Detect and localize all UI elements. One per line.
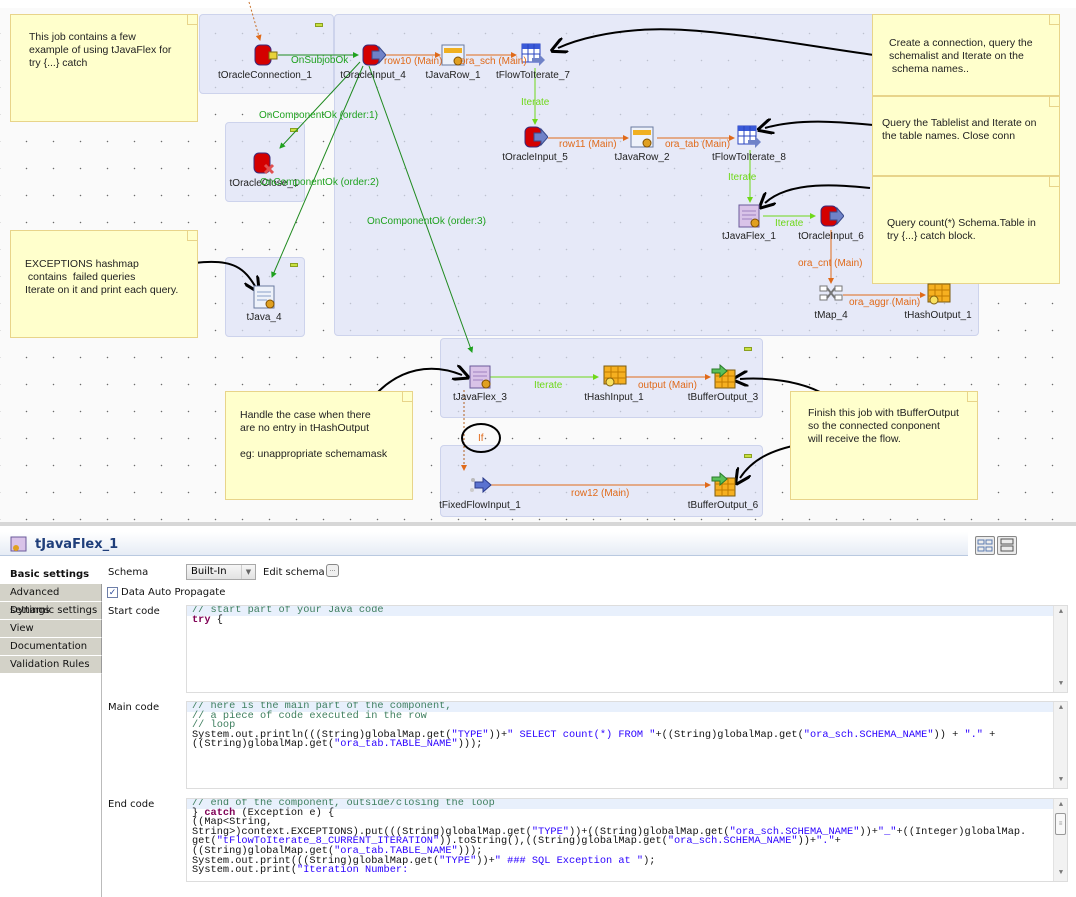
component-tbufferoutput-6[interactable]: tBufferOutput_6: [668, 471, 778, 511]
note-handle[interactable]: Handle the case when there are no entry …: [225, 391, 413, 500]
code-line: ((String)globalMap.get("ora_tab.TABLE_NA…: [192, 738, 483, 751]
label-iterate-1[interactable]: Iterate: [521, 97, 549, 108]
main-code-editor[interactable]: // here is the main part of the componen…: [186, 701, 1068, 789]
label-iterate-4[interactable]: Iterate: [534, 380, 562, 391]
label-output-main[interactable]: output (Main): [638, 380, 697, 391]
start-code-label: Start code: [108, 606, 160, 617]
oracle-connection-icon: [252, 42, 278, 68]
scroll-down-icon[interactable]: ▼: [1054, 680, 1067, 690]
component-tjava-4[interactable]: tJava_4: [209, 284, 319, 323]
layout-grid-button[interactable]: [975, 536, 995, 555]
incoming-dashed-link: [248, 1, 262, 41]
label-ora-sch[interactable]: ora_sch (Main): [460, 56, 527, 67]
label-ora-cnt[interactable]: ora_cnt (Main): [798, 258, 862, 269]
component-tjavaflex-3[interactable]: tJavaFlex_3: [425, 364, 535, 403]
code-line: System.out.print("Iteration Number:: [192, 864, 409, 877]
panel-title: tJavaFlex_1: [35, 537, 119, 552]
scroll-down-icon[interactable]: ▼: [1054, 869, 1067, 879]
tab-advanced-settings[interactable]: Advanced settings: [0, 584, 102, 616]
end-code-editor[interactable]: // end of the component, outside/closing…: [186, 798, 1068, 882]
label-row11[interactable]: row11 (Main): [559, 139, 617, 150]
vertical-scrollbar[interactable]: ▲ ≡ ▼: [1053, 799, 1067, 881]
label-iterate-3[interactable]: Iterate: [775, 218, 803, 229]
oracle-close-icon: [251, 150, 277, 176]
scroll-up-icon[interactable]: ▲: [1054, 801, 1067, 811]
label-row10[interactable]: row10 (Main): [384, 56, 442, 67]
edit-schema-button[interactable]: ...: [326, 564, 339, 577]
tab-documentation[interactable]: Documentation: [0, 638, 102, 656]
panel-title-bar: [0, 532, 968, 556]
java-icon: [251, 284, 277, 310]
schema-select-value: Built-In: [191, 566, 227, 577]
end-code-label: End code: [108, 799, 155, 810]
buffer-output-icon: [710, 471, 736, 498]
label-iterate-2[interactable]: Iterate: [728, 172, 756, 183]
code-line: // start part of your Java code: [187, 606, 1067, 616]
label-oncomponentok-2[interactable]: OnComponentOk (order:2): [260, 177, 379, 188]
java-row-icon: [629, 124, 655, 150]
note-exceptions[interactable]: EXCEPTIONS hashmap contains failed queri…: [10, 230, 198, 338]
component-tfixedflowinput-1[interactable]: tFixedFlowInput_1: [425, 472, 535, 511]
code-line: // a piece of code executed in the row: [192, 709, 427, 722]
panel-header: tJavaFlex_1: [0, 530, 1076, 558]
settings-tabs: Basic settings Advanced settings Dynamic…: [0, 562, 102, 897]
label-row12[interactable]: row12 (Main): [571, 488, 629, 499]
scroll-thumb[interactable]: ≡: [1055, 813, 1066, 835]
schema-label: Schema: [108, 567, 149, 578]
java-flex-icon: [10, 536, 28, 552]
layout-stacked-button[interactable]: [997, 536, 1017, 555]
oracle-input-icon: [522, 124, 549, 150]
wire-oncomponentok-3: [368, 65, 474, 353]
vertical-scrollbar[interactable]: ▲ ▼: [1053, 606, 1067, 692]
note-count[interactable]: Query count(*) Schema.Table in try {...}…: [872, 176, 1060, 284]
tab-dynamic-settings[interactable]: Dynamic settings: [0, 602, 102, 620]
scroll-up-icon[interactable]: ▲: [1054, 704, 1067, 714]
start-code-editor[interactable]: // start part of your Java code try {▲ ▼: [186, 605, 1068, 693]
label-ora-aggr[interactable]: ora_aggr (Main): [849, 297, 920, 308]
main-code-label: Main code: [108, 702, 160, 713]
note-schema[interactable]: Create a connection, query the schemalis…: [872, 14, 1060, 96]
annotation-arrow-schema: [558, 28, 875, 56]
tab-validation-rules[interactable]: Validation Rules: [0, 656, 102, 674]
hash-output-icon: [925, 282, 951, 308]
tab-basic-settings[interactable]: Basic settings: [0, 562, 102, 584]
annotation-arrow-count: [765, 184, 871, 203]
java-flex-icon: [736, 203, 762, 229]
buffer-output-icon: [710, 363, 736, 390]
data-auto-propagate-checkbox[interactable]: ✓: [107, 587, 118, 598]
label-onsubjobok[interactable]: OnSubjobOk: [291, 55, 348, 66]
oracle-input-icon: [818, 203, 845, 229]
code-line: } catch (Exception e) {: [192, 806, 335, 819]
flow-to-iterate-icon: [736, 124, 762, 150]
note-intro[interactable]: This job contains a few example of using…: [10, 14, 198, 122]
job-designer-canvas[interactable]: This job contains a few example of using…: [0, 0, 1076, 522]
scroll-down-icon[interactable]: ▼: [1054, 776, 1067, 786]
chevron-down-icon: ▼: [241, 565, 255, 579]
label-ora-tab[interactable]: ora_tab (Main): [665, 139, 730, 150]
hash-input-icon: [601, 364, 627, 390]
label-oncomponentok-3[interactable]: OnComponentOk (order:3): [367, 216, 486, 227]
data-auto-propagate-label: Data Auto Propagate: [121, 587, 226, 598]
scroll-up-icon[interactable]: ▲: [1054, 608, 1067, 618]
map-icon: [818, 282, 844, 308]
fixed-flow-input-icon: [467, 472, 493, 498]
tab-view[interactable]: View: [0, 620, 102, 638]
annotation-arrow-exceptions: [194, 260, 255, 286]
java-flex-icon: [467, 364, 493, 390]
code-line: try {: [192, 613, 223, 626]
edit-schema-label: Edit schema: [263, 567, 325, 578]
schema-select[interactable]: Built-In ▼: [186, 564, 256, 580]
note-table[interactable]: Query the Tablelist and Iterate on the t…: [872, 96, 1060, 176]
component-settings-panel: tJavaFlex_1 Basic settings Advanced sett…: [0, 522, 1076, 897]
label-oncomponentok-1[interactable]: OnComponentOk (order:1): [259, 110, 378, 121]
vertical-scrollbar[interactable]: ▲ ▼: [1053, 702, 1067, 788]
note-finish[interactable]: Finish this job with tBufferOutput so th…: [790, 391, 978, 500]
label-if[interactable]: If: [478, 433, 484, 444]
oracle-input-icon: [360, 42, 387, 68]
